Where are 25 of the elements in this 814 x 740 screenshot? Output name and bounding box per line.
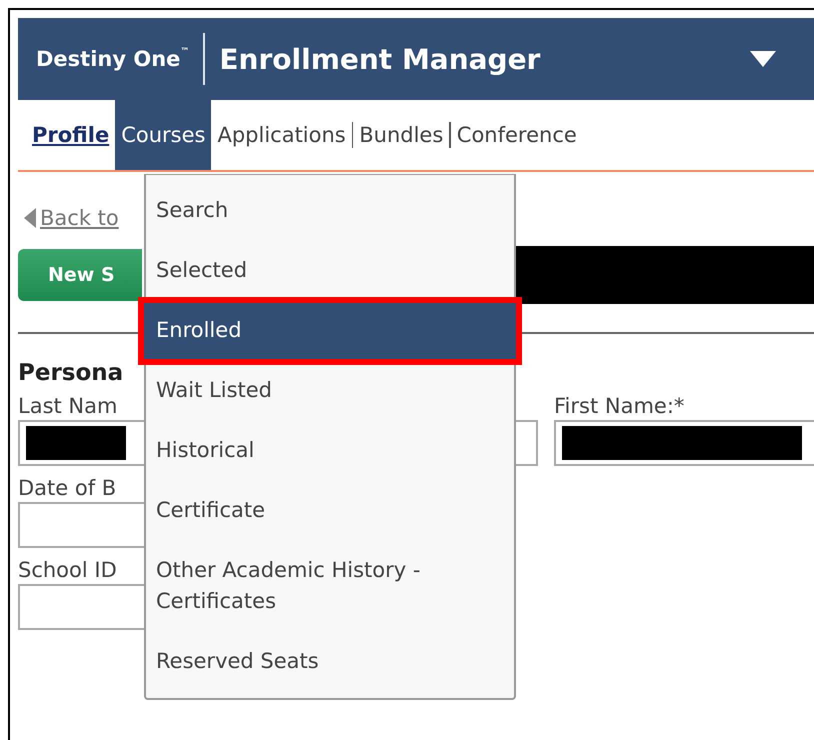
back-arrow-icon — [24, 208, 36, 228]
menu-item[interactable]: Selected — [146, 241, 514, 301]
menu-item[interactable]: Wait Listed — [146, 361, 514, 421]
nav-tab[interactable]: Courses — [115, 100, 212, 170]
field-label: Date of B — [18, 476, 116, 500]
field-label: School ID — [18, 558, 117, 582]
menu-item[interactable]: Other Academic History - Certificates — [146, 541, 514, 632]
field-label: First Name:* — [554, 394, 684, 418]
input-field[interactable] — [554, 420, 814, 466]
section-title: Persona — [18, 360, 124, 386]
nav-tab[interactable]: Bundles — [353, 100, 450, 170]
field-label: Last Nam — [18, 394, 118, 418]
new-button[interactable]: New S — [18, 249, 142, 301]
nav-tab[interactable]: Conference — [450, 100, 583, 170]
menu-item[interactable]: Enrolled — [142, 301, 518, 361]
back-link[interactable]: Back to — [40, 206, 119, 230]
brand-name: Destiny One™ — [36, 47, 190, 71]
menu-item[interactable]: Historical — [146, 421, 514, 481]
app-title: Enrollment Manager — [219, 42, 542, 76]
caret-icon[interactable] — [750, 51, 776, 67]
menu-item[interactable]: Certificate — [146, 481, 514, 541]
menu-item[interactable]: Reserved Seats — [146, 632, 514, 692]
menu-item[interactable]: Search — [146, 181, 514, 241]
nav-tab[interactable]: Profile — [18, 100, 116, 170]
nav-tab[interactable]: Applications — [211, 100, 352, 170]
